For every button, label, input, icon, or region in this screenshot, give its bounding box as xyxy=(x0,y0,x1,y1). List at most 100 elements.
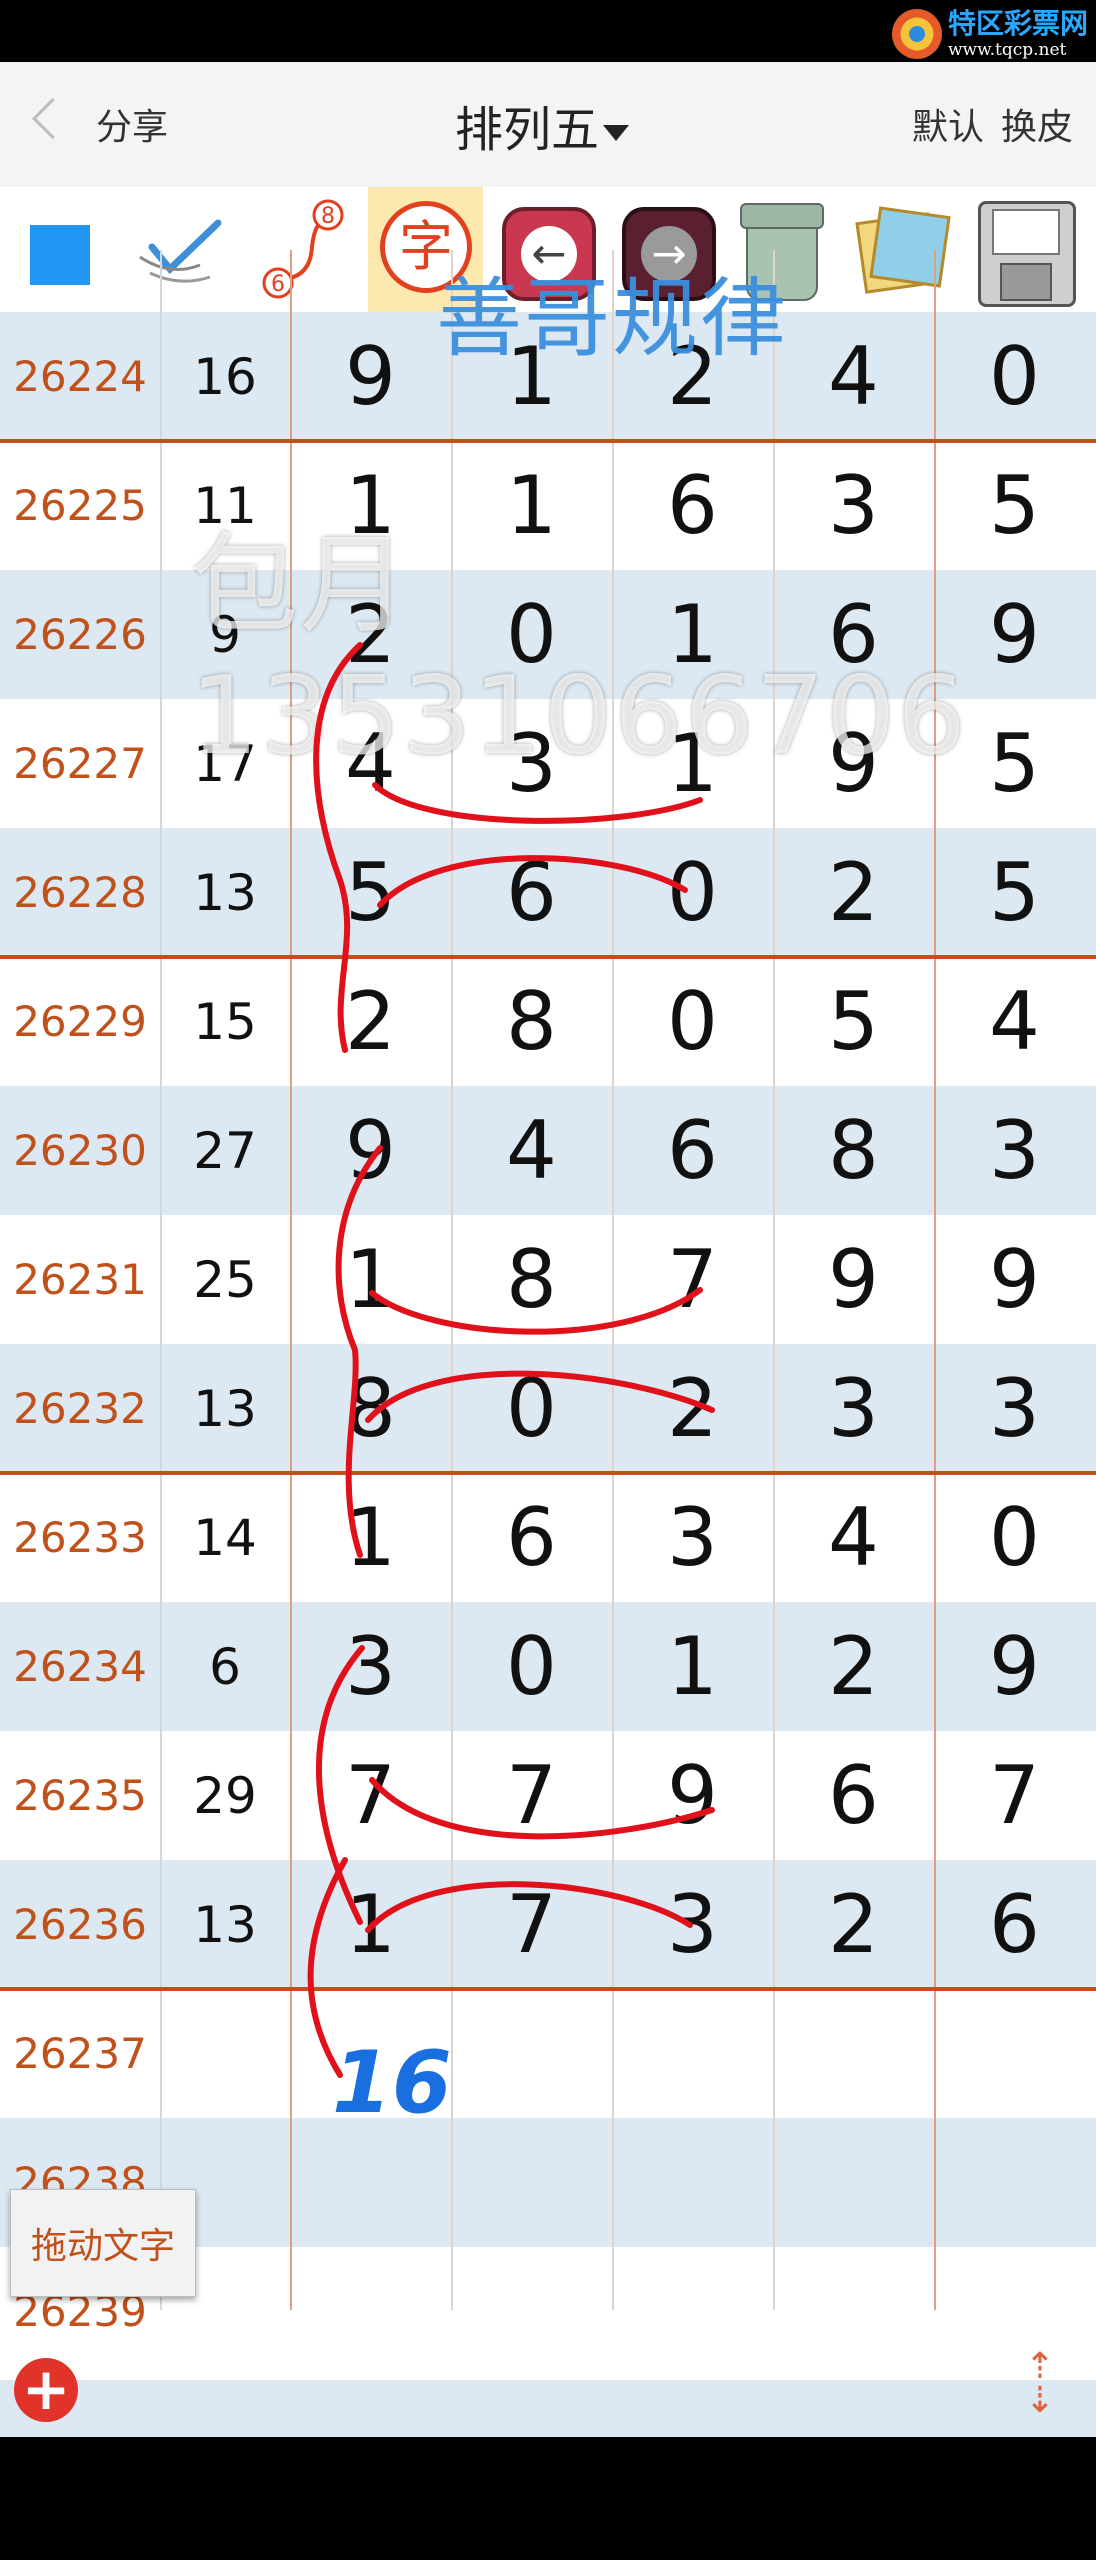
table-row[interactable]: 26228 13 5 6 0 2 5 xyxy=(0,828,1096,957)
default-button[interactable]: 默认 xyxy=(912,98,984,150)
digit-cell[interactable]: 0 xyxy=(612,957,773,1086)
digit-cell[interactable]: 6 xyxy=(451,1473,612,1602)
table-row[interactable]: 26233 14 1 6 3 4 0 xyxy=(0,1473,1096,1602)
page-title: 排列五 xyxy=(455,102,600,158)
digit-cell[interactable] xyxy=(934,2118,1095,2247)
digit-cell[interactable]: 7 xyxy=(934,1731,1095,1860)
table-row[interactable]: 26237 xyxy=(0,1989,1096,2118)
digit-cell[interactable]: 8 xyxy=(451,1215,612,1344)
page-title-dropdown[interactable]: 排列五 xyxy=(455,90,630,160)
digit-cell[interactable]: 5 xyxy=(773,957,934,1086)
digit-cell[interactable] xyxy=(612,2118,773,2247)
digit-cell[interactable]: 8 xyxy=(290,1344,451,1473)
issue-number: 26237 xyxy=(13,2029,147,2078)
digit-cell[interactable]: 2 xyxy=(773,1602,934,1731)
table-row[interactable]: 26235 29 7 7 9 6 7 xyxy=(0,1731,1096,1860)
digit-cell[interactable] xyxy=(934,2247,1095,2376)
digit-cell[interactable] xyxy=(612,2247,773,2376)
digit-cell[interactable]: 5 xyxy=(934,828,1095,957)
digit-cell[interactable]: 4 xyxy=(773,312,934,441)
issue-number: 26231 xyxy=(13,1255,147,1304)
digit-sum: 14 xyxy=(193,1508,257,1567)
table-row[interactable]: 26234 6 3 0 1 2 9 xyxy=(0,1602,1096,1731)
table-row[interactable]: 26236 13 1 7 3 2 6 xyxy=(0,1860,1096,1989)
digit-cell[interactable] xyxy=(290,2118,451,2247)
digit-cell[interactable]: 9 xyxy=(773,1215,934,1344)
digit-cell[interactable] xyxy=(451,2247,612,2376)
digit-cell[interactable]: 6 xyxy=(612,1086,773,1215)
digit-cell[interactable]: 9 xyxy=(290,312,451,441)
digit-cell[interactable] xyxy=(773,2247,934,2376)
digit-cell[interactable] xyxy=(290,2247,451,2376)
photos-icon[interactable] xyxy=(844,187,956,312)
digit-cell[interactable]: 0 xyxy=(934,1473,1095,1602)
digit-cell[interactable]: 0 xyxy=(934,312,1095,441)
skin-button[interactable]: 换皮 xyxy=(1001,98,1073,150)
digit-cell[interactable]: 9 xyxy=(612,1731,773,1860)
digit-cell[interactable]: 2 xyxy=(290,957,451,1086)
navigation-bar xyxy=(0,2437,1096,2560)
plus-circle-icon[interactable]: + xyxy=(14,2358,78,2422)
floppy-save-icon[interactable] xyxy=(966,187,1086,312)
digit-cell[interactable]: 4 xyxy=(773,1473,934,1602)
digit-cell[interactable]: 3 xyxy=(612,1860,773,1989)
table-row[interactable]: 26232 13 8 0 2 3 3 xyxy=(0,1344,1096,1473)
digit-cell[interactable] xyxy=(934,1989,1095,2118)
digit-cell[interactable] xyxy=(451,1989,612,2118)
digit-cell[interactable]: 8 xyxy=(773,1086,934,1215)
digit-cell[interactable]: 7 xyxy=(451,1731,612,1860)
digit-cell[interactable]: 3 xyxy=(612,1473,773,1602)
digit-cell[interactable]: 2 xyxy=(773,828,934,957)
digit-cell[interactable]: 7 xyxy=(290,1731,451,1860)
digit-cell[interactable]: 6 xyxy=(451,828,612,957)
digit-cell[interactable]: 0 xyxy=(451,1602,612,1731)
caret-down-icon xyxy=(603,125,630,141)
digit-cell[interactable] xyxy=(773,2118,934,2247)
digit-cell[interactable]: 3 xyxy=(290,1602,451,1731)
group-separator xyxy=(0,1471,1096,1475)
issue-number: 26232 xyxy=(13,1384,147,1433)
drag-text-button[interactable]: 拖动文字 xyxy=(10,2189,196,2297)
digit-cell[interactable] xyxy=(290,1989,451,2118)
number-curve-icon[interactable]: 8 6 xyxy=(250,187,350,312)
digit-cell[interactable]: 0 xyxy=(612,828,773,957)
table-row[interactable]: 26230 27 9 4 6 8 3 xyxy=(0,1086,1096,1215)
chevron-left-icon[interactable] xyxy=(31,97,74,140)
digit-sum: 6 xyxy=(209,1637,241,1696)
digit-cell[interactable]: 8 xyxy=(451,957,612,1086)
digit-cell[interactable] xyxy=(612,1989,773,2118)
digit-cell[interactable]: 1 xyxy=(290,1215,451,1344)
digit-cell[interactable]: 1 xyxy=(612,1602,773,1731)
status-bar: 特区彩票网 www.tqcp.net xyxy=(0,0,1096,62)
share-button[interactable]: 分享 xyxy=(96,98,168,150)
digit-sum: 29 xyxy=(193,1766,257,1825)
issue-number: 26226 xyxy=(13,610,147,659)
table-row[interactable]: 26231 25 1 8 7 9 9 xyxy=(0,1215,1096,1344)
digit-cell[interactable]: 7 xyxy=(451,1860,612,1989)
digit-cell[interactable]: 3 xyxy=(934,1344,1095,1473)
digit-cell[interactable]: 2 xyxy=(773,1860,934,1989)
digit-cell[interactable]: 1 xyxy=(290,1473,451,1602)
digit-cell[interactable]: 4 xyxy=(451,1086,612,1215)
digit-cell[interactable] xyxy=(451,2118,612,2247)
digit-cell[interactable]: 9 xyxy=(934,1602,1095,1731)
digit-cell[interactable]: 6 xyxy=(773,1731,934,1860)
logo-url: www.tqcp.net xyxy=(947,39,1067,60)
digit-cell[interactable] xyxy=(773,1989,934,2118)
pen-check-icon[interactable] xyxy=(130,187,230,312)
blue-square-icon[interactable] xyxy=(0,187,100,312)
digit-cell[interactable]: 1 xyxy=(290,1860,451,1989)
digit-cell[interactable]: 9 xyxy=(934,1215,1095,1344)
table-row[interactable]: 26229 15 2 8 0 5 4 xyxy=(0,957,1096,1086)
digit-cell[interactable]: 0 xyxy=(451,1344,612,1473)
digit-cell[interactable]: 2 xyxy=(612,1344,773,1473)
issue-number: 26224 xyxy=(13,352,147,401)
digit-cell[interactable]: 7 xyxy=(612,1215,773,1344)
digit-cell[interactable]: 3 xyxy=(773,1344,934,1473)
digit-cell[interactable]: 4 xyxy=(934,957,1095,1086)
digit-cell[interactable]: 5 xyxy=(290,828,451,957)
digit-cell[interactable]: 3 xyxy=(934,1086,1095,1215)
resize-vertical-icon[interactable]: ⇡ ⇣ xyxy=(1020,2349,1060,2420)
digit-cell[interactable]: 9 xyxy=(290,1086,451,1215)
digit-cell[interactable]: 6 xyxy=(934,1860,1095,1989)
